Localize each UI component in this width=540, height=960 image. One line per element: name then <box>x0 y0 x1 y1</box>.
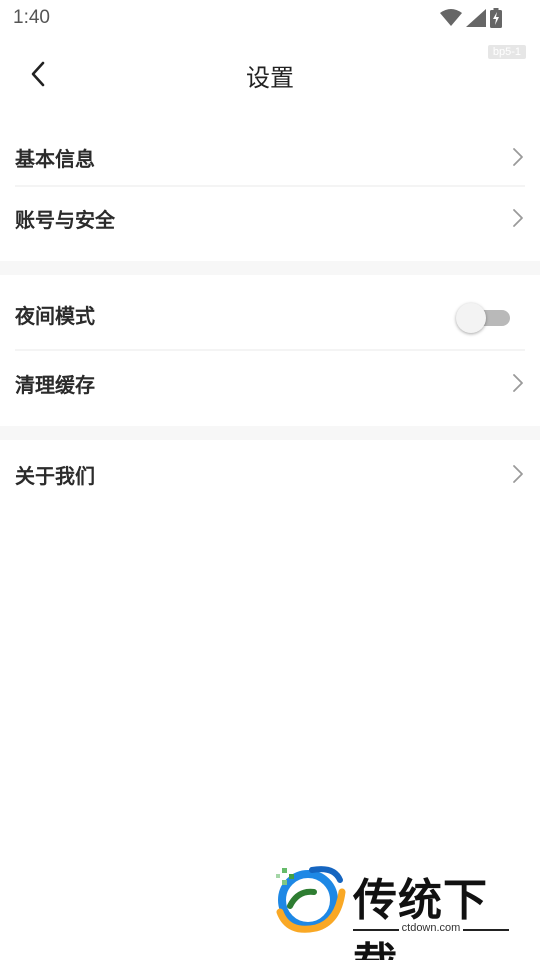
wifi-icon <box>440 9 462 26</box>
chevron-right-icon <box>513 209 523 227</box>
watermark: 传统下载 ctdown.com <box>268 862 518 960</box>
night-mode-toggle[interactable] <box>456 303 510 333</box>
ctdown-logo-icon <box>276 866 346 933</box>
settings-item-label: 基本信息 <box>15 147 95 171</box>
settings-item-account-security[interactable]: 账号与安全 <box>0 187 540 249</box>
settings-item-label: 账号与安全 <box>15 208 115 232</box>
settings-item-about-us[interactable]: 关于我们 <box>0 443 540 505</box>
status-icons <box>440 8 502 28</box>
settings-item-label: 夜间模式 <box>15 304 95 328</box>
battery-charging-icon <box>490 8 502 28</box>
settings-item-night-mode: 夜间模式 <box>0 283 540 345</box>
chevron-right-icon <box>513 465 523 483</box>
signal-icon <box>466 9 486 27</box>
section-gap <box>0 261 540 275</box>
toggle-knob <box>456 303 486 333</box>
chevron-right-icon <box>513 148 523 166</box>
settings-item-clear-cache[interactable]: 清理缓存 <box>0 352 540 414</box>
section-gap <box>0 426 540 440</box>
watermark-url: ctdown.com <box>353 922 509 934</box>
header: 设置 bp5-1 <box>0 36 540 112</box>
chevron-right-icon <box>513 374 523 392</box>
status-bar: 1:40 <box>0 0 540 36</box>
settings-item-label: 清理缓存 <box>15 373 95 397</box>
page-title: 设置 <box>246 64 294 92</box>
settings-item-basic-info[interactable]: 基本信息 <box>0 126 540 188</box>
version-tag: bp5-1 <box>487 45 526 59</box>
status-time: 1:40 <box>13 7 50 28</box>
settings-item-label: 关于我们 <box>15 464 95 488</box>
divider <box>15 349 525 351</box>
watermark-brand: 传统下载 <box>353 875 488 960</box>
